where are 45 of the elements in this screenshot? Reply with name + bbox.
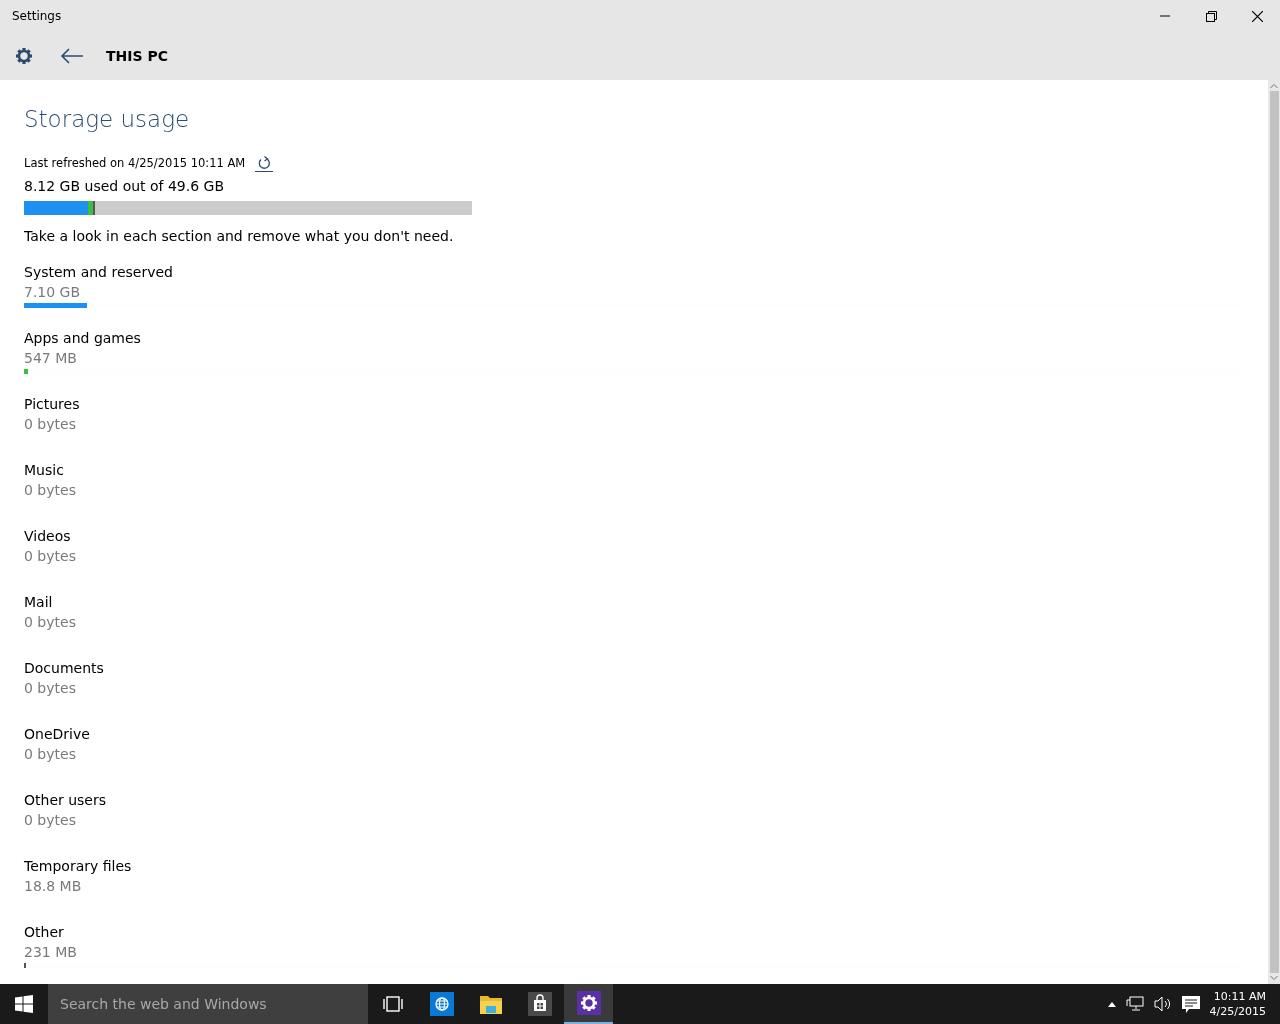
gear-icon xyxy=(576,991,601,1015)
globe-icon xyxy=(429,992,454,1016)
category-name[interactable]: System and reserved xyxy=(24,262,1244,282)
page-header: THIS PC xyxy=(106,48,168,64)
category-name[interactable]: Other users xyxy=(24,790,1244,810)
restore-icon xyxy=(1205,10,1217,22)
category-size: 0 bytes xyxy=(24,679,77,698)
last-refreshed-text: Last refreshed on 4/25/2015 10:11 AM xyxy=(24,156,246,170)
category-name[interactable]: Other xyxy=(24,922,1244,942)
category-size: 0 bytes xyxy=(24,811,77,830)
usage-text: 8.12 GB used out of 49.6 GB xyxy=(24,178,226,194)
refresh-button[interactable] xyxy=(255,154,274,172)
close-icon xyxy=(1251,10,1263,22)
hint-text: Take a look in each section and remove what you don't need. xyxy=(24,228,455,244)
category-size: 0 bytes xyxy=(24,415,77,434)
category-size: 7.10 GB xyxy=(24,283,82,302)
category-name[interactable]: OneDrive xyxy=(24,724,1244,744)
clock-date[interactable]: 4/25/2015 xyxy=(1209,1004,1266,1019)
page-title: Storage usage xyxy=(24,106,191,132)
category-name[interactable]: Documents xyxy=(24,658,1244,678)
category-size: 0 bytes xyxy=(24,745,77,764)
taskbar-app-button[interactable] xyxy=(564,984,613,1024)
category-name[interactable]: Mail xyxy=(24,592,1244,612)
window-title: Settings xyxy=(12,9,63,23)
notification-icon[interactable] xyxy=(1181,995,1200,1013)
category-name[interactable]: Apps and games xyxy=(24,328,1244,348)
category-size: 0 bytes xyxy=(24,481,77,500)
category-size: 231 MB xyxy=(24,943,78,962)
shopping-bag-icon xyxy=(527,992,552,1016)
back-arrow-icon xyxy=(60,48,84,64)
category-name[interactable]: Music xyxy=(24,460,1244,480)
category-size: 0 bytes xyxy=(24,613,77,632)
network-icon[interactable] xyxy=(1125,996,1144,1012)
category-name[interactable]: Temporary files xyxy=(24,856,1244,876)
category-name[interactable]: Pictures xyxy=(24,394,1244,414)
task-view-icon xyxy=(382,996,403,1012)
clock-time[interactable]: 10:11 AM xyxy=(1213,989,1266,1004)
category-name[interactable]: Videos xyxy=(24,526,1244,546)
windows-logo-icon xyxy=(15,995,33,1013)
category-size: 18.8 MB xyxy=(24,877,83,896)
category-size: 547 MB xyxy=(24,349,78,368)
volume-icon[interactable] xyxy=(1153,996,1172,1012)
category-size: 0 bytes xyxy=(24,547,77,566)
caret-up-icon[interactable] xyxy=(1107,1001,1116,1007)
search-field[interactable]: Search the web and Windows xyxy=(48,984,368,1024)
